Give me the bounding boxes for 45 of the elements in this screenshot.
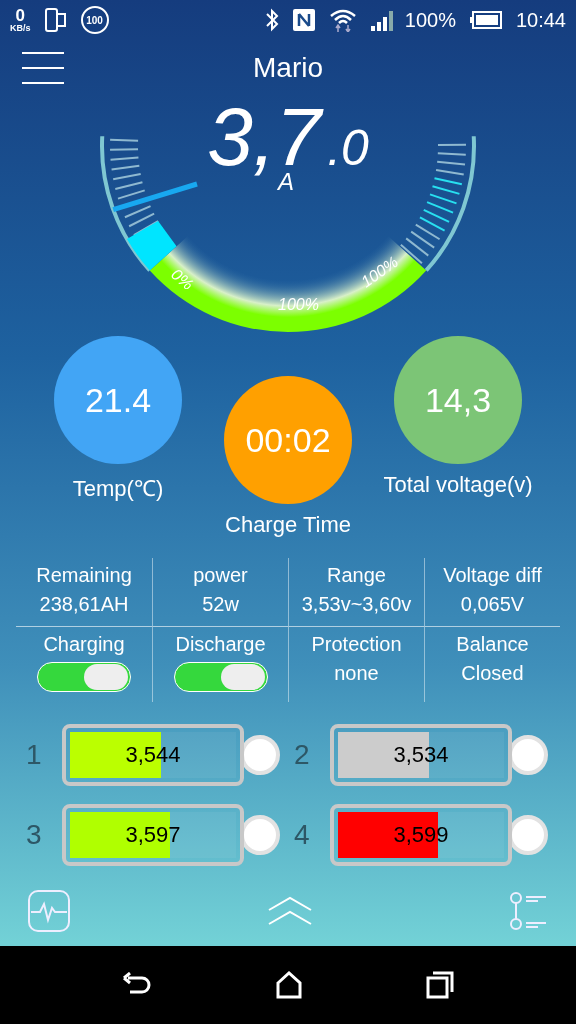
- nfc-icon: [292, 9, 315, 31]
- mode-label: Balance: [456, 633, 529, 656]
- notification-badge: 100: [80, 6, 109, 34]
- speed-value: 0: [15, 7, 25, 24]
- reading-label: Charge Time: [225, 512, 351, 538]
- stat-label: Voltage diff: [443, 564, 542, 587]
- battery-percent: 100%: [404, 8, 456, 32]
- reading-value: 21.4: [84, 380, 152, 420]
- stat-label: Remaining: [36, 564, 132, 587]
- stat-value: 52w: [202, 593, 239, 616]
- cell-number: 3: [26, 819, 43, 851]
- stat-label: Range: [327, 564, 386, 587]
- cell-number: 1: [26, 739, 43, 771]
- percent-label: 0%: [168, 265, 197, 294]
- mode-value: none: [334, 662, 379, 685]
- cell-number: 2: [294, 739, 311, 771]
- toggle-switch[interactable]: [173, 662, 268, 692]
- mode-label: Charging: [43, 633, 125, 656]
- reading-label: Temp(℃): [72, 475, 164, 502]
- mode-label: Discharge: [175, 633, 266, 656]
- clock: 10:44: [515, 8, 566, 32]
- reading-value: 14,3: [424, 380, 492, 420]
- recents-icon[interactable]: [426, 971, 455, 999]
- bluetooth-icon: [264, 8, 279, 32]
- wifi-icon: [328, 8, 357, 32]
- stat-label: power: [193, 564, 248, 587]
- menu-button[interactable]: [22, 52, 64, 84]
- stat-value: 3,53v~3,60v: [301, 593, 412, 616]
- mode-value: Closed: [461, 662, 524, 685]
- reading-value: 00:02: [245, 420, 331, 460]
- speed-unit: KB/s: [10, 24, 31, 33]
- mode-label: Protection: [311, 633, 402, 656]
- current-decimal: .0: [327, 123, 369, 173]
- phone-icon: [44, 8, 67, 32]
- cell-number: 4: [294, 819, 311, 851]
- reading-label: Total voltage(v): [383, 472, 533, 498]
- toggle-switch[interactable]: [37, 662, 131, 692]
- level-marker: [126, 221, 177, 271]
- home-icon[interactable]: [275, 971, 303, 999]
- chevrons-up-icon[interactable]: [267, 896, 313, 926]
- battery-icon: [469, 11, 502, 29]
- stat-value: 238,61AH: [39, 593, 129, 616]
- device-title: Mario: [253, 52, 323, 84]
- percent-label: 100%: [278, 296, 319, 313]
- stat-value: 0,065V: [460, 593, 525, 616]
